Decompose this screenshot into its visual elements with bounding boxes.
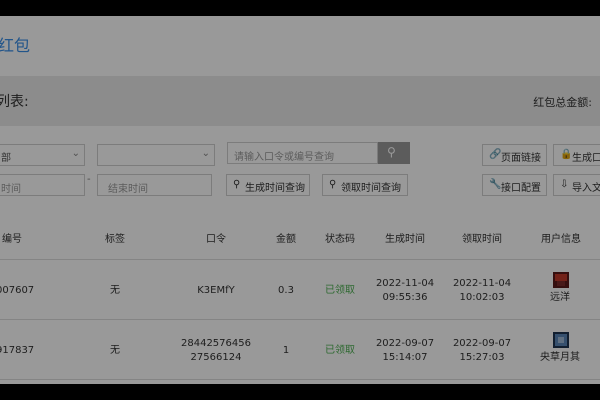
column-header-gen-time: 生成时间 bbox=[385, 234, 425, 245]
cell-id: 007607 bbox=[0, 285, 35, 296]
cell-recv-date: 2022-11-04 bbox=[452, 278, 512, 289]
cell-recv-date: 2022-09-07 bbox=[452, 338, 512, 349]
generation-time-query-label: 生成时间查询 bbox=[245, 183, 305, 194]
cell-id: 917837 bbox=[0, 345, 35, 356]
column-header-tag: 标签 bbox=[105, 234, 125, 245]
chevron-down-icon: ⌄ bbox=[71, 148, 80, 159]
lock-icon: 🔒 bbox=[560, 149, 573, 160]
search-icon: ⚲ bbox=[387, 145, 396, 159]
letterbox-top bbox=[0, 0, 600, 16]
cell-user: 远洋 bbox=[550, 292, 570, 303]
generation-time-query-button[interactable]: ⚲ 生成时间查询 bbox=[226, 174, 310, 196]
search-input[interactable]: 请输入口令或编号查询 bbox=[227, 142, 378, 164]
search-icon: ⚲ bbox=[233, 179, 241, 190]
cell-recv-time: 10:02:03 bbox=[459, 292, 505, 303]
status-badge: 已领取 bbox=[325, 345, 355, 356]
cell-tag: 无 bbox=[110, 345, 120, 356]
cell-code: K3EMfY bbox=[197, 285, 235, 296]
receive-time-query-label: 领取时间查询 bbox=[341, 183, 401, 194]
cell-gen-date: 2022-09-07 bbox=[375, 338, 435, 349]
chevron-down-icon: ⌄ bbox=[201, 148, 210, 159]
total-amount-label: 红包总金额: bbox=[533, 96, 592, 109]
page: 红包 列表: 红包总金额: 部 ⌄ ⌄ 请输入口令或编号查询 ⚲ 🔗 页面链接 … bbox=[0, 16, 600, 384]
category-select-value: 部 bbox=[1, 153, 11, 164]
cell-gen-time: 09:55:36 bbox=[382, 292, 428, 303]
start-time-placeholder: 时间 bbox=[1, 184, 21, 195]
import-icon: ⇩ bbox=[560, 179, 569, 190]
import-button[interactable]: ⇩ 导入文 bbox=[553, 174, 600, 196]
column-header-amount: 金额 bbox=[276, 234, 296, 245]
search-placeholder: 请输入口令或编号查询 bbox=[234, 152, 334, 163]
wrench-icon: 🔧 bbox=[489, 179, 502, 190]
receive-time-query-button[interactable]: ⚲ 领取时间查询 bbox=[322, 174, 408, 196]
column-header-recv-time: 领取时间 bbox=[462, 234, 502, 245]
end-time-input[interactable]: 结束时间 bbox=[97, 174, 212, 196]
import-label: 导入文 bbox=[572, 183, 600, 194]
page-title: 红包 bbox=[0, 36, 31, 55]
page-link-button[interactable]: 🔗 页面链接 bbox=[482, 144, 547, 166]
page-link-label: 页面链接 bbox=[501, 153, 541, 164]
api-config-button[interactable]: 🔧 接口配置 bbox=[482, 174, 547, 196]
generate-button[interactable]: 🔒 生成口 bbox=[553, 144, 600, 166]
generate-label: 生成口 bbox=[572, 153, 600, 164]
column-header-status: 状态码 bbox=[325, 234, 355, 245]
table-header-row: 编号 标签 口令 金额 状态码 生成时间 领取时间 用户信息 bbox=[0, 215, 600, 260]
start-time-input[interactable]: 时间 bbox=[0, 174, 85, 196]
cell-amount: 0.3 bbox=[278, 285, 294, 296]
cell-gen-date: 2022-11-04 bbox=[375, 278, 435, 289]
cell-amount: 1 bbox=[282, 345, 290, 356]
range-separator: - bbox=[87, 174, 91, 185]
avatar bbox=[553, 272, 569, 288]
letterbox-bottom bbox=[0, 384, 600, 400]
column-header-id: 编号 bbox=[2, 234, 22, 245]
status-select[interactable]: ⌄ bbox=[97, 144, 215, 166]
api-config-label: 接口配置 bbox=[501, 183, 541, 194]
cell-code-line1: 28442576456 bbox=[181, 338, 251, 349]
table-row: 007607 无 K3EMfY 0.3 已领取 2022-11-04 09:55… bbox=[0, 259, 600, 320]
column-header-user: 用户信息 bbox=[541, 234, 581, 245]
cell-recv-time: 15:27:03 bbox=[459, 352, 505, 363]
status-badge: 已领取 bbox=[325, 285, 355, 296]
search-button[interactable]: ⚲ bbox=[378, 142, 410, 164]
search-icon: ⚲ bbox=[329, 179, 337, 190]
link-icon: 🔗 bbox=[489, 149, 502, 160]
end-time-placeholder: 结束时间 bbox=[108, 184, 148, 195]
cell-gen-time: 15:14:07 bbox=[382, 352, 428, 363]
cell-tag: 无 bbox=[110, 285, 120, 296]
column-header-code: 口令 bbox=[206, 234, 226, 245]
avatar bbox=[553, 332, 569, 348]
list-title: 列表: bbox=[0, 94, 29, 110]
cell-code-line2: 27566124 bbox=[190, 352, 242, 363]
category-select[interactable]: 部 ⌄ bbox=[0, 144, 85, 166]
list-section-header: 列表: 红包总金额: bbox=[0, 76, 600, 126]
cell-user: 央草月其 bbox=[540, 352, 580, 363]
table-row: 917837 无 28442576456 27566124 1 已领取 2022… bbox=[0, 319, 600, 380]
